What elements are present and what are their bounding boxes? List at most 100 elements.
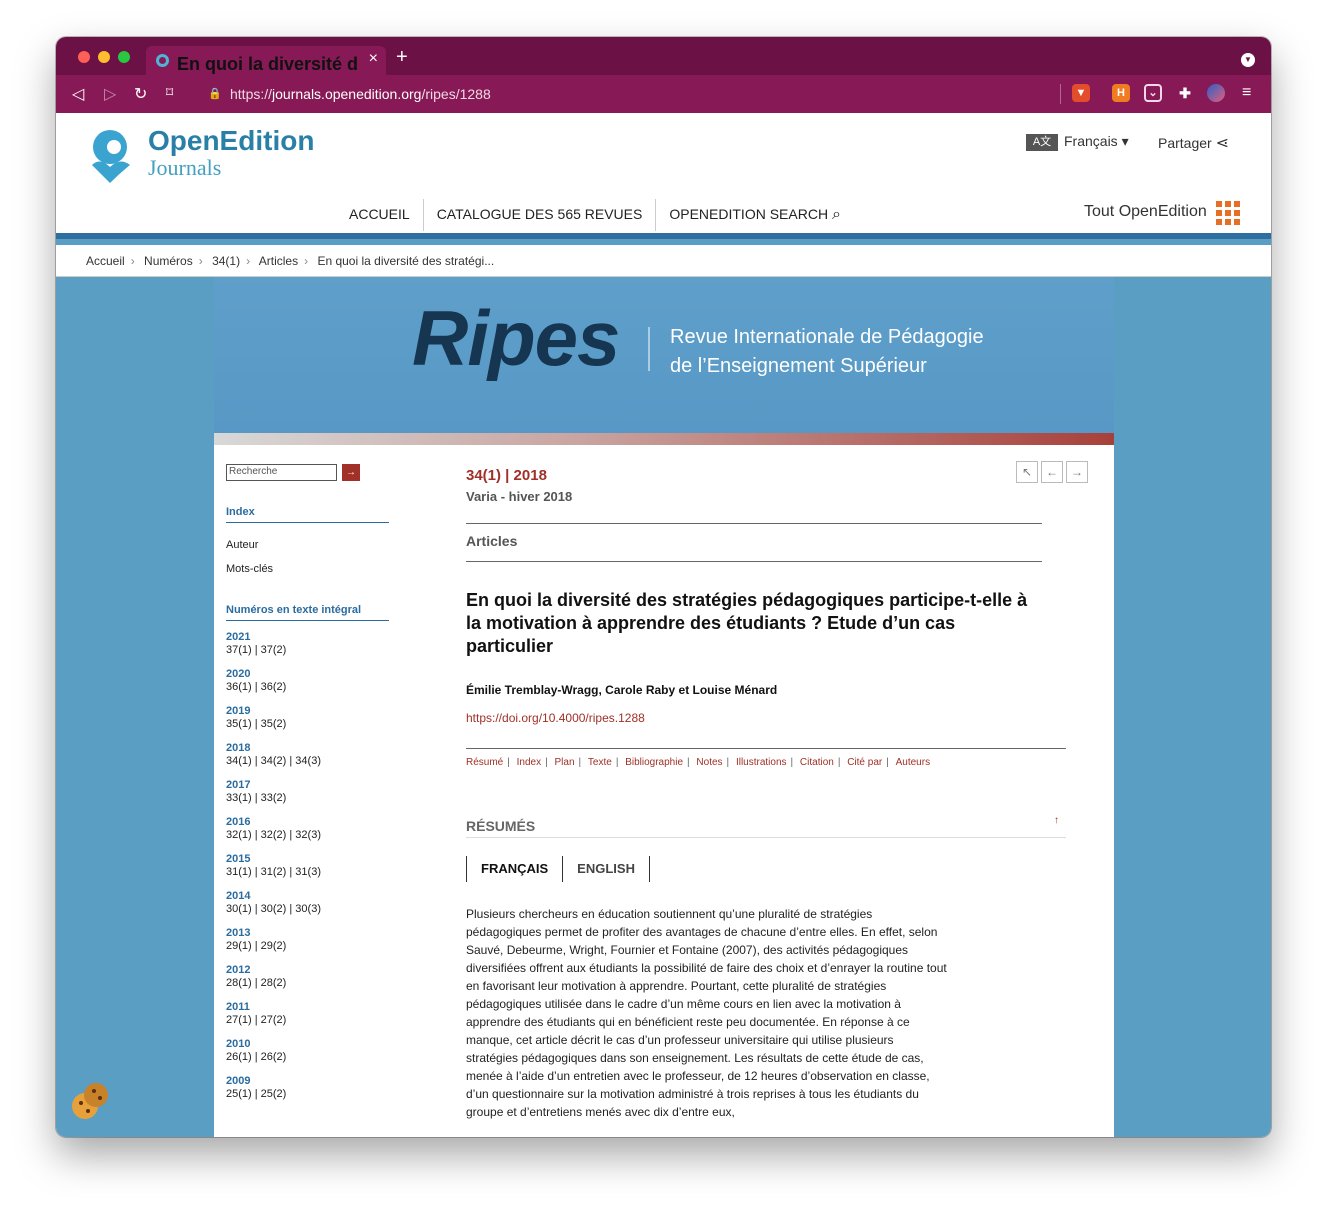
back-icon[interactable]: ◁: [72, 84, 84, 104]
toc-citation[interactable]: Citation: [796, 757, 838, 768]
breadcrumb-articles[interactable]: Articles: [259, 254, 298, 268]
menu-icon[interactable]: ≡: [1242, 84, 1251, 102]
toc-separator: |: [687, 757, 690, 768]
issues-heading: Numéros en texte intégral: [226, 604, 389, 621]
issue-links[interactable]: 37(1) | 37(2): [226, 644, 396, 657]
toc-plan[interactable]: Plan: [551, 757, 579, 768]
journal-banner[interactable]: Ripes Revue Internationale de Pédagogie d…: [214, 277, 1114, 433]
toc-resume[interactable]: Résumé: [466, 757, 507, 768]
pocket-icon[interactable]: ⌄: [1144, 84, 1162, 102]
divider: [466, 523, 1042, 524]
year-link[interactable]: 2017: [226, 779, 396, 792]
breadcrumb-issue[interactable]: 34(1): [212, 254, 240, 268]
tab-list-chevron-icon[interactable]: ▼: [1241, 53, 1255, 67]
doi-link[interactable]: https://doi.org/10.4000/ripes.1288: [466, 711, 645, 725]
all-openedition-link[interactable]: Tout OpenEdition: [1084, 203, 1207, 221]
index-motscles-link[interactable]: Mots-clés: [226, 563, 273, 575]
close-window-button[interactable]: [78, 51, 90, 63]
bookmark-icon[interactable]: ⌑: [166, 84, 173, 101]
cookie-consent-icon[interactable]: [70, 1081, 110, 1121]
openedition-favicon-icon: [156, 54, 169, 67]
nav-catalogue[interactable]: CATALOGUE DES 565 REVUES: [424, 199, 657, 231]
issue-number[interactable]: 34(1) | 2018: [466, 467, 547, 484]
language-selector[interactable]: A文 Français ▾: [1026, 133, 1129, 151]
year-link[interactable]: 2010: [226, 1038, 396, 1051]
previous-article-icon[interactable]: ←: [1041, 461, 1063, 483]
nav-accueil[interactable]: ACCUEIL: [336, 199, 424, 231]
address-bar[interactable]: 🔒 https://journals.openedition.org/ripes…: [194, 80, 1104, 108]
up-to-issue-icon[interactable]: ↖: [1016, 461, 1038, 483]
tab-francais[interactable]: FRANÇAIS: [466, 856, 562, 882]
profile-avatar-icon[interactable]: [1207, 84, 1225, 102]
browser-tab[interactable]: En quoi la diversité des stratégi ×: [146, 46, 386, 75]
year-link[interactable]: 2013: [226, 927, 396, 940]
year-link[interactable]: 2016: [226, 816, 396, 829]
year-link[interactable]: 2014: [226, 890, 396, 903]
honey-extension-icon[interactable]: H: [1112, 84, 1130, 102]
toc-separator: |: [886, 757, 889, 768]
page-content: OpenEdition Journals A文 Français ▾ Partag…: [56, 113, 1271, 1137]
forward-icon[interactable]: ▷: [104, 84, 116, 104]
translate-icon: A文: [1026, 133, 1058, 151]
apps-grid-icon[interactable]: [1216, 201, 1241, 226]
toc-notes[interactable]: Notes: [692, 757, 726, 768]
year-entry: 2021 37(1) | 37(2): [226, 631, 396, 668]
issue-links[interactable]: 29(1) | 29(2): [226, 940, 396, 953]
year-entry: 2015 31(1) | 31(2) | 31(3): [226, 853, 396, 890]
next-article-icon[interactable]: →: [1066, 461, 1088, 483]
toc-texte[interactable]: Texte: [584, 757, 616, 768]
toc-cite-par[interactable]: Cité par: [843, 757, 886, 768]
index-auteur-link[interactable]: Auteur: [226, 539, 258, 551]
year-link[interactable]: 2018: [226, 742, 396, 755]
tab-english[interactable]: ENGLISH: [562, 856, 650, 882]
journal-subtitle: Revue Internationale de Pédagogie de l’En…: [670, 323, 984, 381]
nav-openedition-search[interactable]: OPENEDITION SEARCH ⌕: [656, 199, 854, 231]
share-button[interactable]: Partager ⋖: [1158, 133, 1229, 153]
logo-title[interactable]: OpenEdition: [148, 125, 314, 157]
search-submit-button[interactable]: →: [342, 464, 360, 481]
new-tab-icon[interactable]: +: [396, 46, 408, 69]
reload-icon[interactable]: ↻: [134, 84, 147, 104]
toolbar-divider: [1060, 84, 1061, 104]
issue-links[interactable]: 27(1) | 27(2): [226, 1014, 396, 1027]
breadcrumb-separator-icon: ›: [304, 254, 309, 268]
issue-links[interactable]: 33(1) | 33(2): [226, 792, 396, 805]
brave-shield-icon[interactable]: ▼: [1072, 84, 1090, 102]
year-link[interactable]: 2009: [226, 1075, 396, 1088]
year-link[interactable]: 2021: [226, 631, 396, 644]
year-link[interactable]: 2012: [226, 964, 396, 977]
issue-links[interactable]: 32(1) | 32(2) | 32(3): [226, 829, 396, 842]
back-to-top-icon[interactable]: ↑: [1054, 815, 1059, 826]
openedition-logo-icon[interactable]: [86, 127, 138, 183]
toc-bibliographie[interactable]: Bibliographie: [621, 757, 687, 768]
year-link[interactable]: 2020: [226, 668, 396, 681]
caret-down-icon: ▾: [1121, 133, 1129, 149]
toc-auteurs[interactable]: Auteurs: [892, 757, 934, 768]
extensions-puzzle-icon[interactable]: ✚: [1176, 84, 1194, 102]
logo-subtitle[interactable]: Journals: [148, 155, 221, 181]
breadcrumb-accueil[interactable]: Accueil: [86, 254, 125, 268]
issue-links[interactable]: 34(1) | 34(2) | 34(3): [226, 755, 396, 768]
year-list: 2021 37(1) | 37(2) 2020 36(1) | 36(2) 2019…: [226, 631, 396, 1112]
issue-links[interactable]: 31(1) | 31(2) | 31(3): [226, 866, 396, 879]
issue-links[interactable]: 30(1) | 30(2) | 30(3): [226, 903, 396, 916]
breadcrumb: Accueil › Numéros › 34(1) › Articles › En qu…: [56, 245, 1271, 277]
toc-illustrations[interactable]: Illustrations: [732, 757, 791, 768]
issue-links[interactable]: 35(1) | 35(2): [226, 718, 396, 731]
article-page: Recherche → Index Auteur Mots-clés Numér…: [214, 445, 1114, 1137]
zoom-window-button[interactable]: [118, 51, 130, 63]
year-link[interactable]: 2011: [226, 1001, 396, 1014]
article-navigation: ↖ ← →: [1016, 461, 1088, 483]
year-link[interactable]: 2019: [226, 705, 396, 718]
issue-links[interactable]: 28(1) | 28(2): [226, 977, 396, 990]
article-authors[interactable]: Émilie Tremblay-Wragg, Carole Raby et Lo…: [466, 683, 777, 697]
minimize-window-button[interactable]: [98, 51, 110, 63]
breadcrumb-numeros[interactable]: Numéros: [144, 254, 193, 268]
year-link[interactable]: 2015: [226, 853, 396, 866]
issue-links[interactable]: 36(1) | 36(2): [226, 681, 396, 694]
issue-links[interactable]: 25(1) | 25(2): [226, 1088, 396, 1101]
toc-index[interactable]: Index: [513, 757, 545, 768]
issue-links[interactable]: 26(1) | 26(2): [226, 1051, 396, 1064]
search-input[interactable]: Recherche: [226, 464, 337, 481]
close-tab-icon[interactable]: ×: [369, 50, 378, 68]
